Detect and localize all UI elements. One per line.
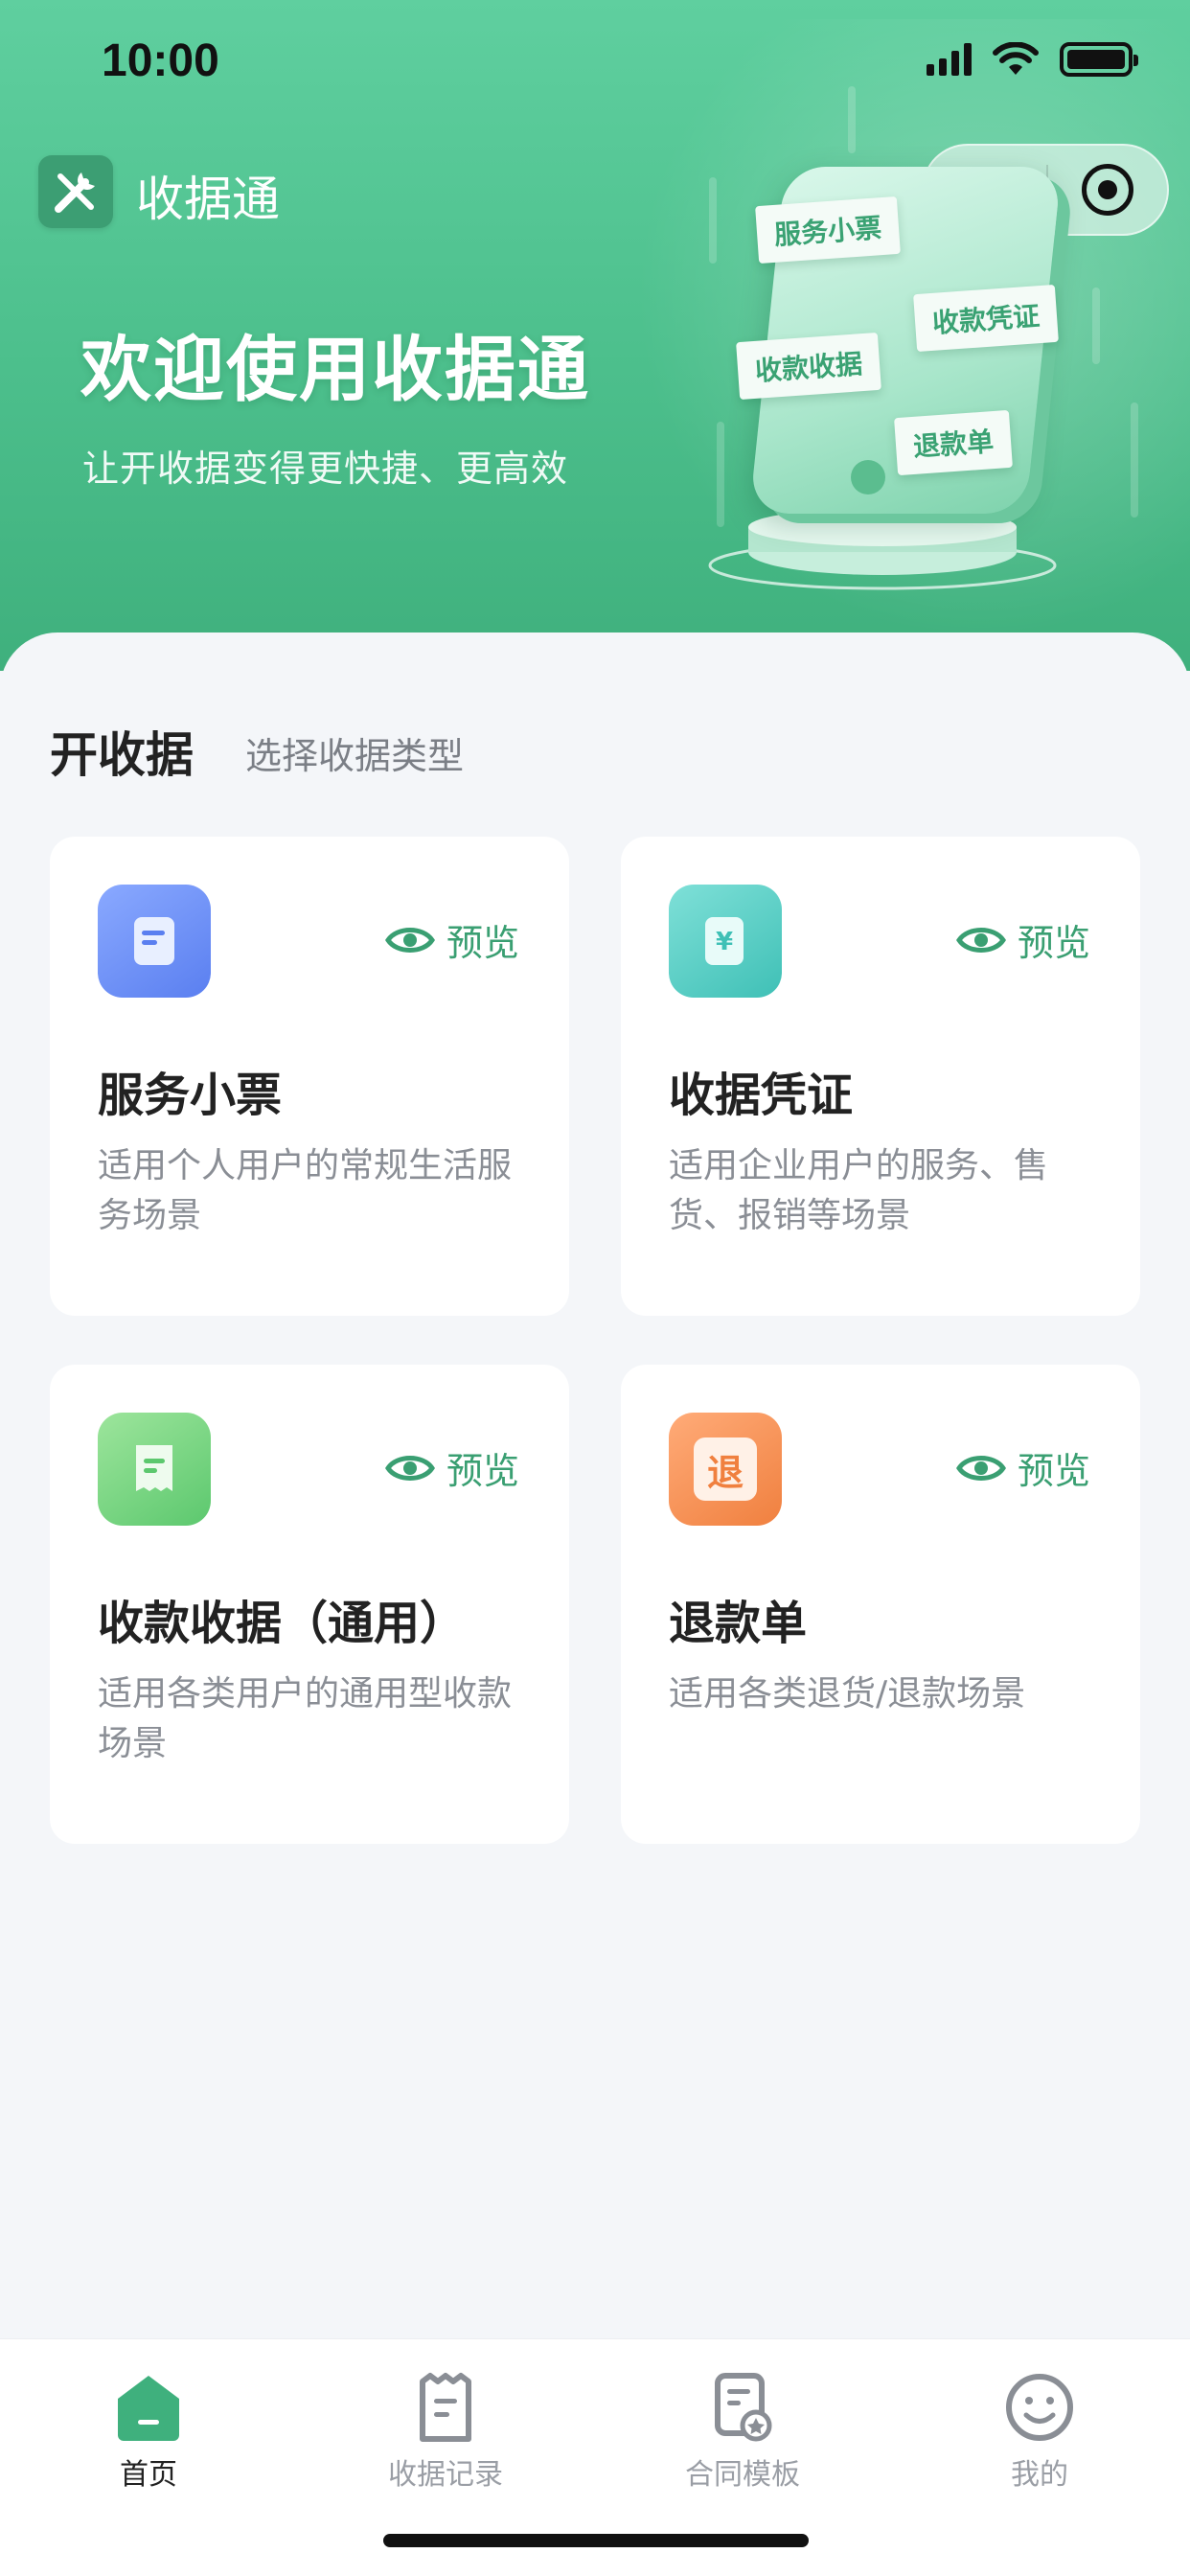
eye-icon: [956, 927, 1006, 953]
tab-home[interactable]: 首页: [0, 2339, 297, 2493]
wifi-icon: [993, 42, 1039, 75]
tab-records[interactable]: 收据记录: [297, 2339, 594, 2493]
hero-banner: 10:00 收据通 欢迎使用收据通 让开收据变得更快捷、更高效 服务小票 收款凭…: [0, 0, 1190, 671]
card-description: 适用各类退货/退款场景: [669, 1674, 1026, 1714]
tab-label: 合同模板: [685, 2458, 800, 2492]
receipt-type-card-refund[interactable]: 退 预览 退款单 适用各类退货/退款场景: [621, 1365, 1140, 1844]
tab-label: 首页: [120, 2458, 177, 2492]
section-subtitle: 选择收据类型: [245, 735, 465, 777]
target-circle-icon: [1082, 164, 1133, 216]
eye-icon: [956, 1455, 1006, 1481]
decor-bar: [1131, 402, 1138, 518]
receipt-paper-icon: [98, 1413, 211, 1526]
decor-bar: [848, 86, 856, 153]
records-icon: [420, 2373, 471, 2442]
illustration-tag: 退款单: [894, 409, 1013, 476]
preview-button[interactable]: 预览: [956, 1441, 1090, 1494]
eye-icon: [385, 1455, 435, 1481]
app-logo-icon: [38, 155, 113, 228]
card-description: 适用个人用户的常规生活服务场景: [98, 1146, 513, 1235]
tab-label: 我的: [1011, 2458, 1068, 2492]
card-title: 服务小票: [98, 1069, 283, 1122]
section-title: 开收据: [50, 727, 194, 783]
refund-icon: 退: [669, 1413, 782, 1526]
home-icon: [118, 2376, 179, 2441]
card-description: 适用各类用户的通用型收款场景: [98, 1674, 513, 1763]
receipt-type-card-receipt-voucher[interactable]: ¥ 预览 收据凭证 适用企业用户的服务、售货、报销等场景: [621, 837, 1140, 1316]
status-icons: [927, 42, 1138, 77]
battery-icon: [1060, 42, 1138, 77]
tab-profile[interactable]: 我的: [891, 2339, 1188, 2493]
decor-bar: [709, 177, 717, 264]
tab-label: 收据记录: [388, 2458, 503, 2492]
card-title: 收据凭证: [669, 1069, 854, 1122]
preview-button[interactable]: 预览: [956, 913, 1090, 966]
phone-home-button-illustration: [851, 460, 885, 494]
preview-label: 预览: [446, 1450, 519, 1492]
illustration-tag: 收款凭证: [913, 284, 1059, 353]
preview-label: 预览: [446, 922, 519, 964]
contract-template-icon: [715, 2373, 772, 2442]
preview-button[interactable]: 预览: [385, 1441, 519, 1494]
card-description: 适用企业用户的服务、售货、报销等场景: [669, 1146, 1049, 1235]
receipt-icon: [98, 885, 211, 998]
receipt-type-card-general-receipt[interactable]: 预览 收款收据（通用） 适用各类用户的通用型收款场景: [50, 1365, 569, 1844]
preview-label: 预览: [1017, 1450, 1090, 1492]
preview-button[interactable]: 预览: [385, 913, 519, 966]
cellular-signal-icon: [927, 43, 972, 76]
refund-icon-glyph: 退: [706, 1451, 744, 1494]
card-title: 退款单: [669, 1597, 808, 1650]
decor-bar: [1092, 288, 1100, 364]
hero-title: 欢迎使用收据通: [80, 329, 590, 411]
tab-contract-templates[interactable]: 合同模板: [594, 2339, 891, 2493]
card-title: 收款收据（通用）: [98, 1597, 467, 1650]
main-content: 开收据 选择收据类型 预览 服务小票 适用个人用户的常规生活服务场景 ¥ 预览 …: [0, 632, 1190, 2338]
home-indicator: [383, 2534, 809, 2547]
close-miniprogram-button[interactable]: [1048, 164, 1167, 216]
status-time: 10:00: [102, 35, 219, 86]
eye-icon: [385, 927, 435, 953]
app-name: 收据通: [136, 172, 280, 227]
yuan-document-icon: ¥: [669, 885, 782, 998]
profile-icon: [1006, 2374, 1073, 2441]
hero-subtitle: 让开收据变得更快捷、更高效: [82, 448, 569, 490]
receipt-type-card-service-ticket[interactable]: 预览 服务小票 适用个人用户的常规生活服务场景: [50, 837, 569, 1316]
illustration-tag: 服务小票: [755, 196, 901, 264]
svg-text:¥: ¥: [716, 928, 733, 956]
preview-label: 预览: [1017, 922, 1090, 964]
illustration-tag: 收款收据: [736, 332, 881, 401]
